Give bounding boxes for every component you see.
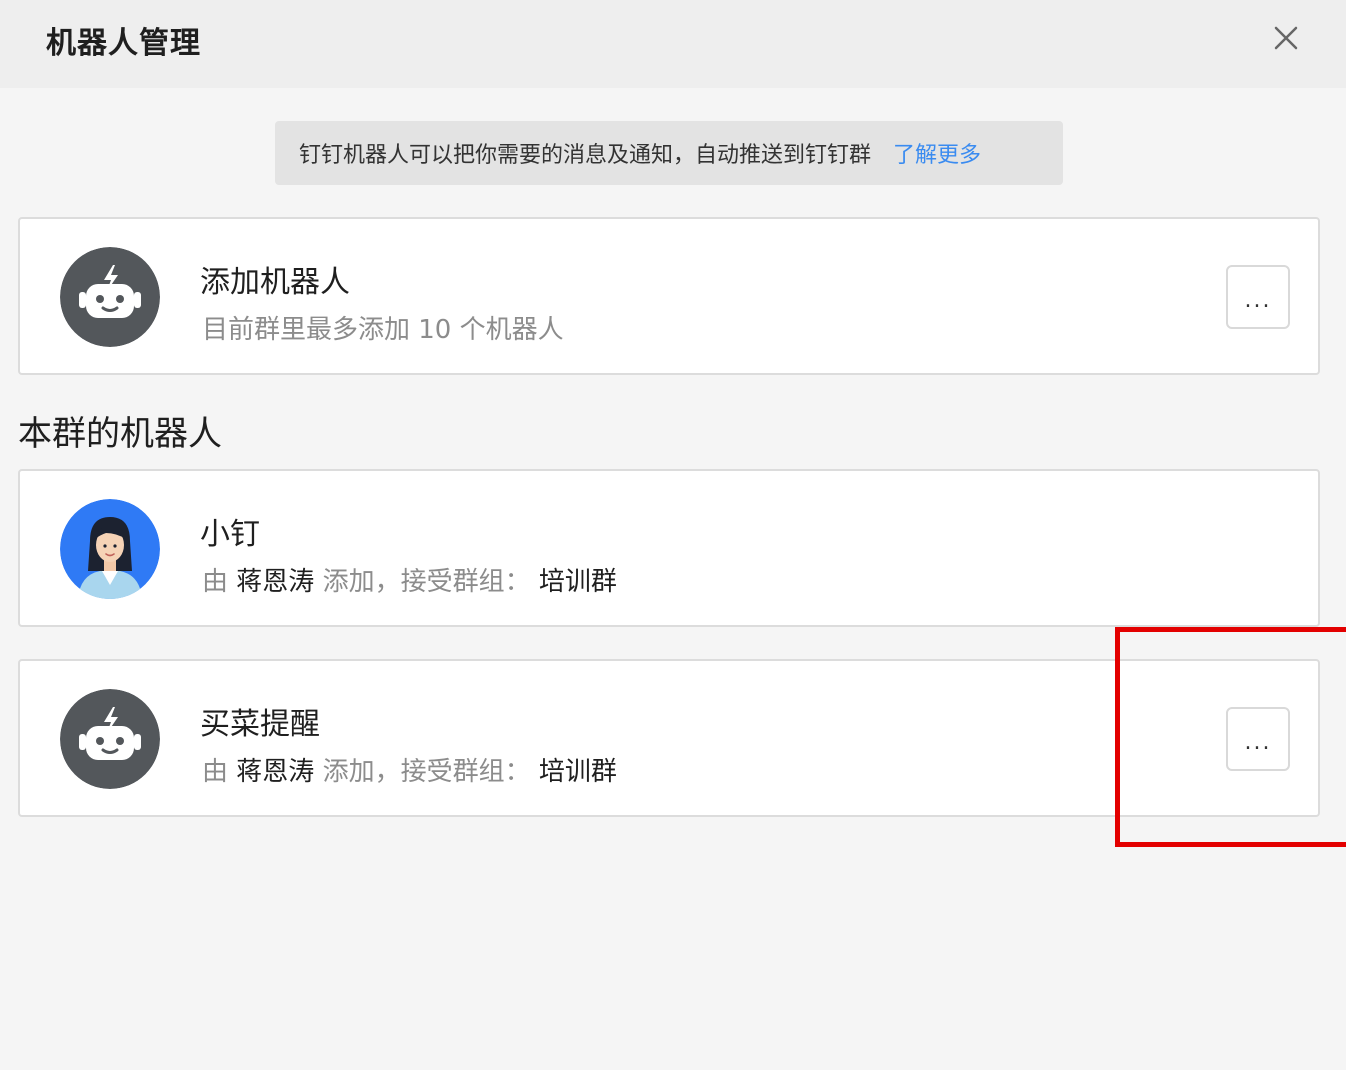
by-prefix: 由 — [202, 757, 229, 787]
learn-more-link[interactable]: 了解更多 — [893, 137, 981, 169]
close-button[interactable] — [1266, 18, 1306, 58]
robot-avatar — [60, 689, 160, 789]
by-prefix: 由 — [202, 567, 229, 597]
robot-card[interactable]: 小钉 由 蒋恩涛 添加，接受群组： 培训群 — [18, 469, 1320, 627]
dialog-title: 机器人管理 — [46, 26, 201, 61]
robot-icon — [60, 247, 160, 347]
group-name: 培训群 — [538, 567, 617, 597]
robot-avatar — [60, 247, 160, 347]
added-text: 添加，接受群组： — [322, 757, 531, 787]
robot-meta: 由 蒋恩涛 添加，接受群组： 培训群 — [202, 561, 617, 598]
notice-text: 钉钉机器人可以把你需要的消息及通知，自动推送到钉钉群 — [299, 143, 872, 168]
robot-icon — [60, 689, 160, 789]
robot-name: 买菜提醒 — [200, 707, 320, 742]
dialog-body: 钉钉机器人可以把你需要的消息及通知，自动推送到钉钉群 了解更多 添加机器人 目前… — [0, 88, 1346, 1070]
robot-name: 小钉 — [200, 517, 260, 552]
add-robot-card[interactable]: 添加机器人 目前群里最多添加 10 个机器人 ... — [18, 217, 1320, 375]
add-robot-more-button[interactable]: ... — [1226, 265, 1290, 329]
dialog-header: 机器人管理 — [0, 0, 1346, 88]
robot-avatar — [60, 499, 160, 599]
add-robot-title: 添加机器人 — [200, 265, 350, 300]
section-title: 本群的机器人 — [18, 414, 222, 454]
robot-more-button[interactable]: ... — [1226, 707, 1290, 771]
add-robot-subtitle: 目前群里最多添加 10 个机器人 — [202, 315, 564, 345]
added-by-user: 蒋恩涛 — [236, 757, 315, 787]
robot-meta: 由 蒋恩涛 添加，接受群组： 培训群 — [202, 751, 617, 788]
info-notice: 钉钉机器人可以把你需要的消息及通知，自动推送到钉钉群 了解更多 — [275, 121, 1063, 185]
group-name: 培训群 — [538, 757, 617, 787]
added-by-user: 蒋恩涛 — [236, 567, 315, 597]
added-text: 添加，接受群组： — [322, 567, 531, 597]
close-icon — [1274, 26, 1298, 50]
woman-avatar-icon — [60, 499, 160, 599]
robot-card[interactable]: 买菜提醒 由 蒋恩涛 添加，接受群组： 培训群 ... — [18, 659, 1320, 817]
